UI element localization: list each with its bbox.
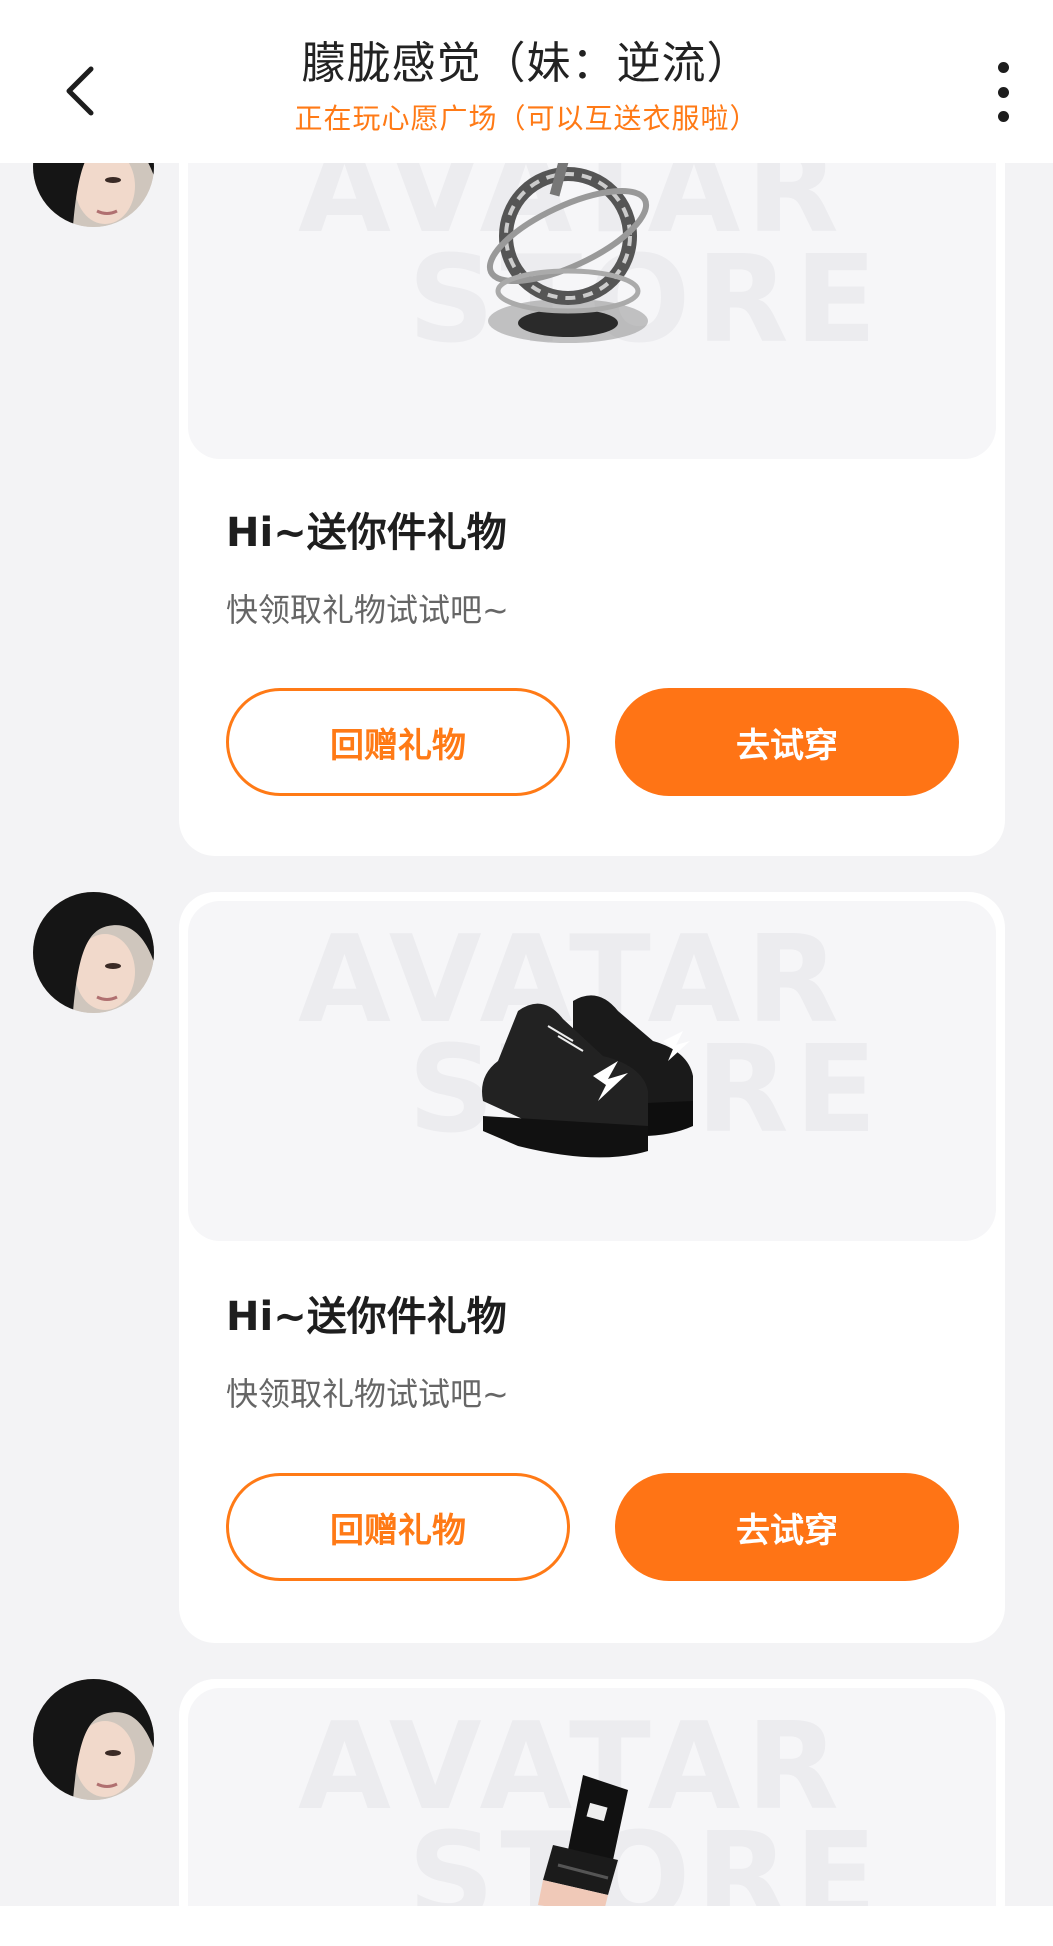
return-gift-button[interactable]: 回赠礼物 <box>226 1473 570 1581</box>
gift-message-subtitle: 快领取礼物试试吧~ <box>226 591 509 629</box>
chat-page: 朦胧感觉（妹：逆流） 正在玩心愿广场（可以互送衣服啦） AVATAR STORE <box>0 0 1053 1946</box>
try-on-button[interactable]: 去试穿 <box>615 688 959 796</box>
avatar[interactable] <box>33 892 154 1013</box>
return-gift-button[interactable]: 回赠礼物 <box>226 688 570 796</box>
gift-message-title: Hi~送你件礼物 <box>226 510 507 556</box>
try-on-button[interactable]: 去试穿 <box>615 1473 959 1581</box>
gift-preview: AVATAR STORE <box>188 1688 996 1939</box>
avatar[interactable] <box>33 1679 154 1800</box>
gift-card: AVATAR STORE Hi~送你件礼物 快领取礼物试试吧~ 回赠礼物 <box>179 892 1005 1643</box>
avatar-image <box>33 1679 154 1800</box>
header-titles: 朦胧感觉（妹：逆流） 正在玩心愿广场（可以互送衣服啦） <box>0 38 1053 137</box>
gift-preview: AVATAR STORE <box>188 901 996 1241</box>
chat-header: 朦胧感觉（妹：逆流） 正在玩心愿广场（可以互送衣服啦） <box>0 0 1053 163</box>
black-glove-image <box>538 1775 628 1915</box>
black-sneakers-image <box>482 995 693 1158</box>
chat-subtitle[interactable]: 正在玩心愿广场（可以互送衣服啦） <box>0 97 1053 137</box>
chat-title: 朦胧感觉（妹：逆流） <box>301 38 752 89</box>
gift-preview: AVATAR STORE <box>188 120 996 459</box>
gift-card: AVATAR STORE Hi~送你件礼物 快领取礼物试试吧~ 回赠礼物 去试穿 <box>179 120 1005 856</box>
avatar-image <box>33 892 154 1013</box>
gift-message-subtitle: 快领取礼物试试吧~ <box>226 1375 509 1413</box>
gift-card: AVATAR STORE <box>179 1679 1005 1939</box>
gift-message-title: Hi~送你件礼物 <box>226 1294 507 1340</box>
bottom-input-bar <box>0 1906 1053 1946</box>
more-options-button[interactable] <box>983 62 1023 122</box>
vertical-dots-icon <box>997 62 1009 73</box>
ring-accessory-image <box>486 145 650 343</box>
